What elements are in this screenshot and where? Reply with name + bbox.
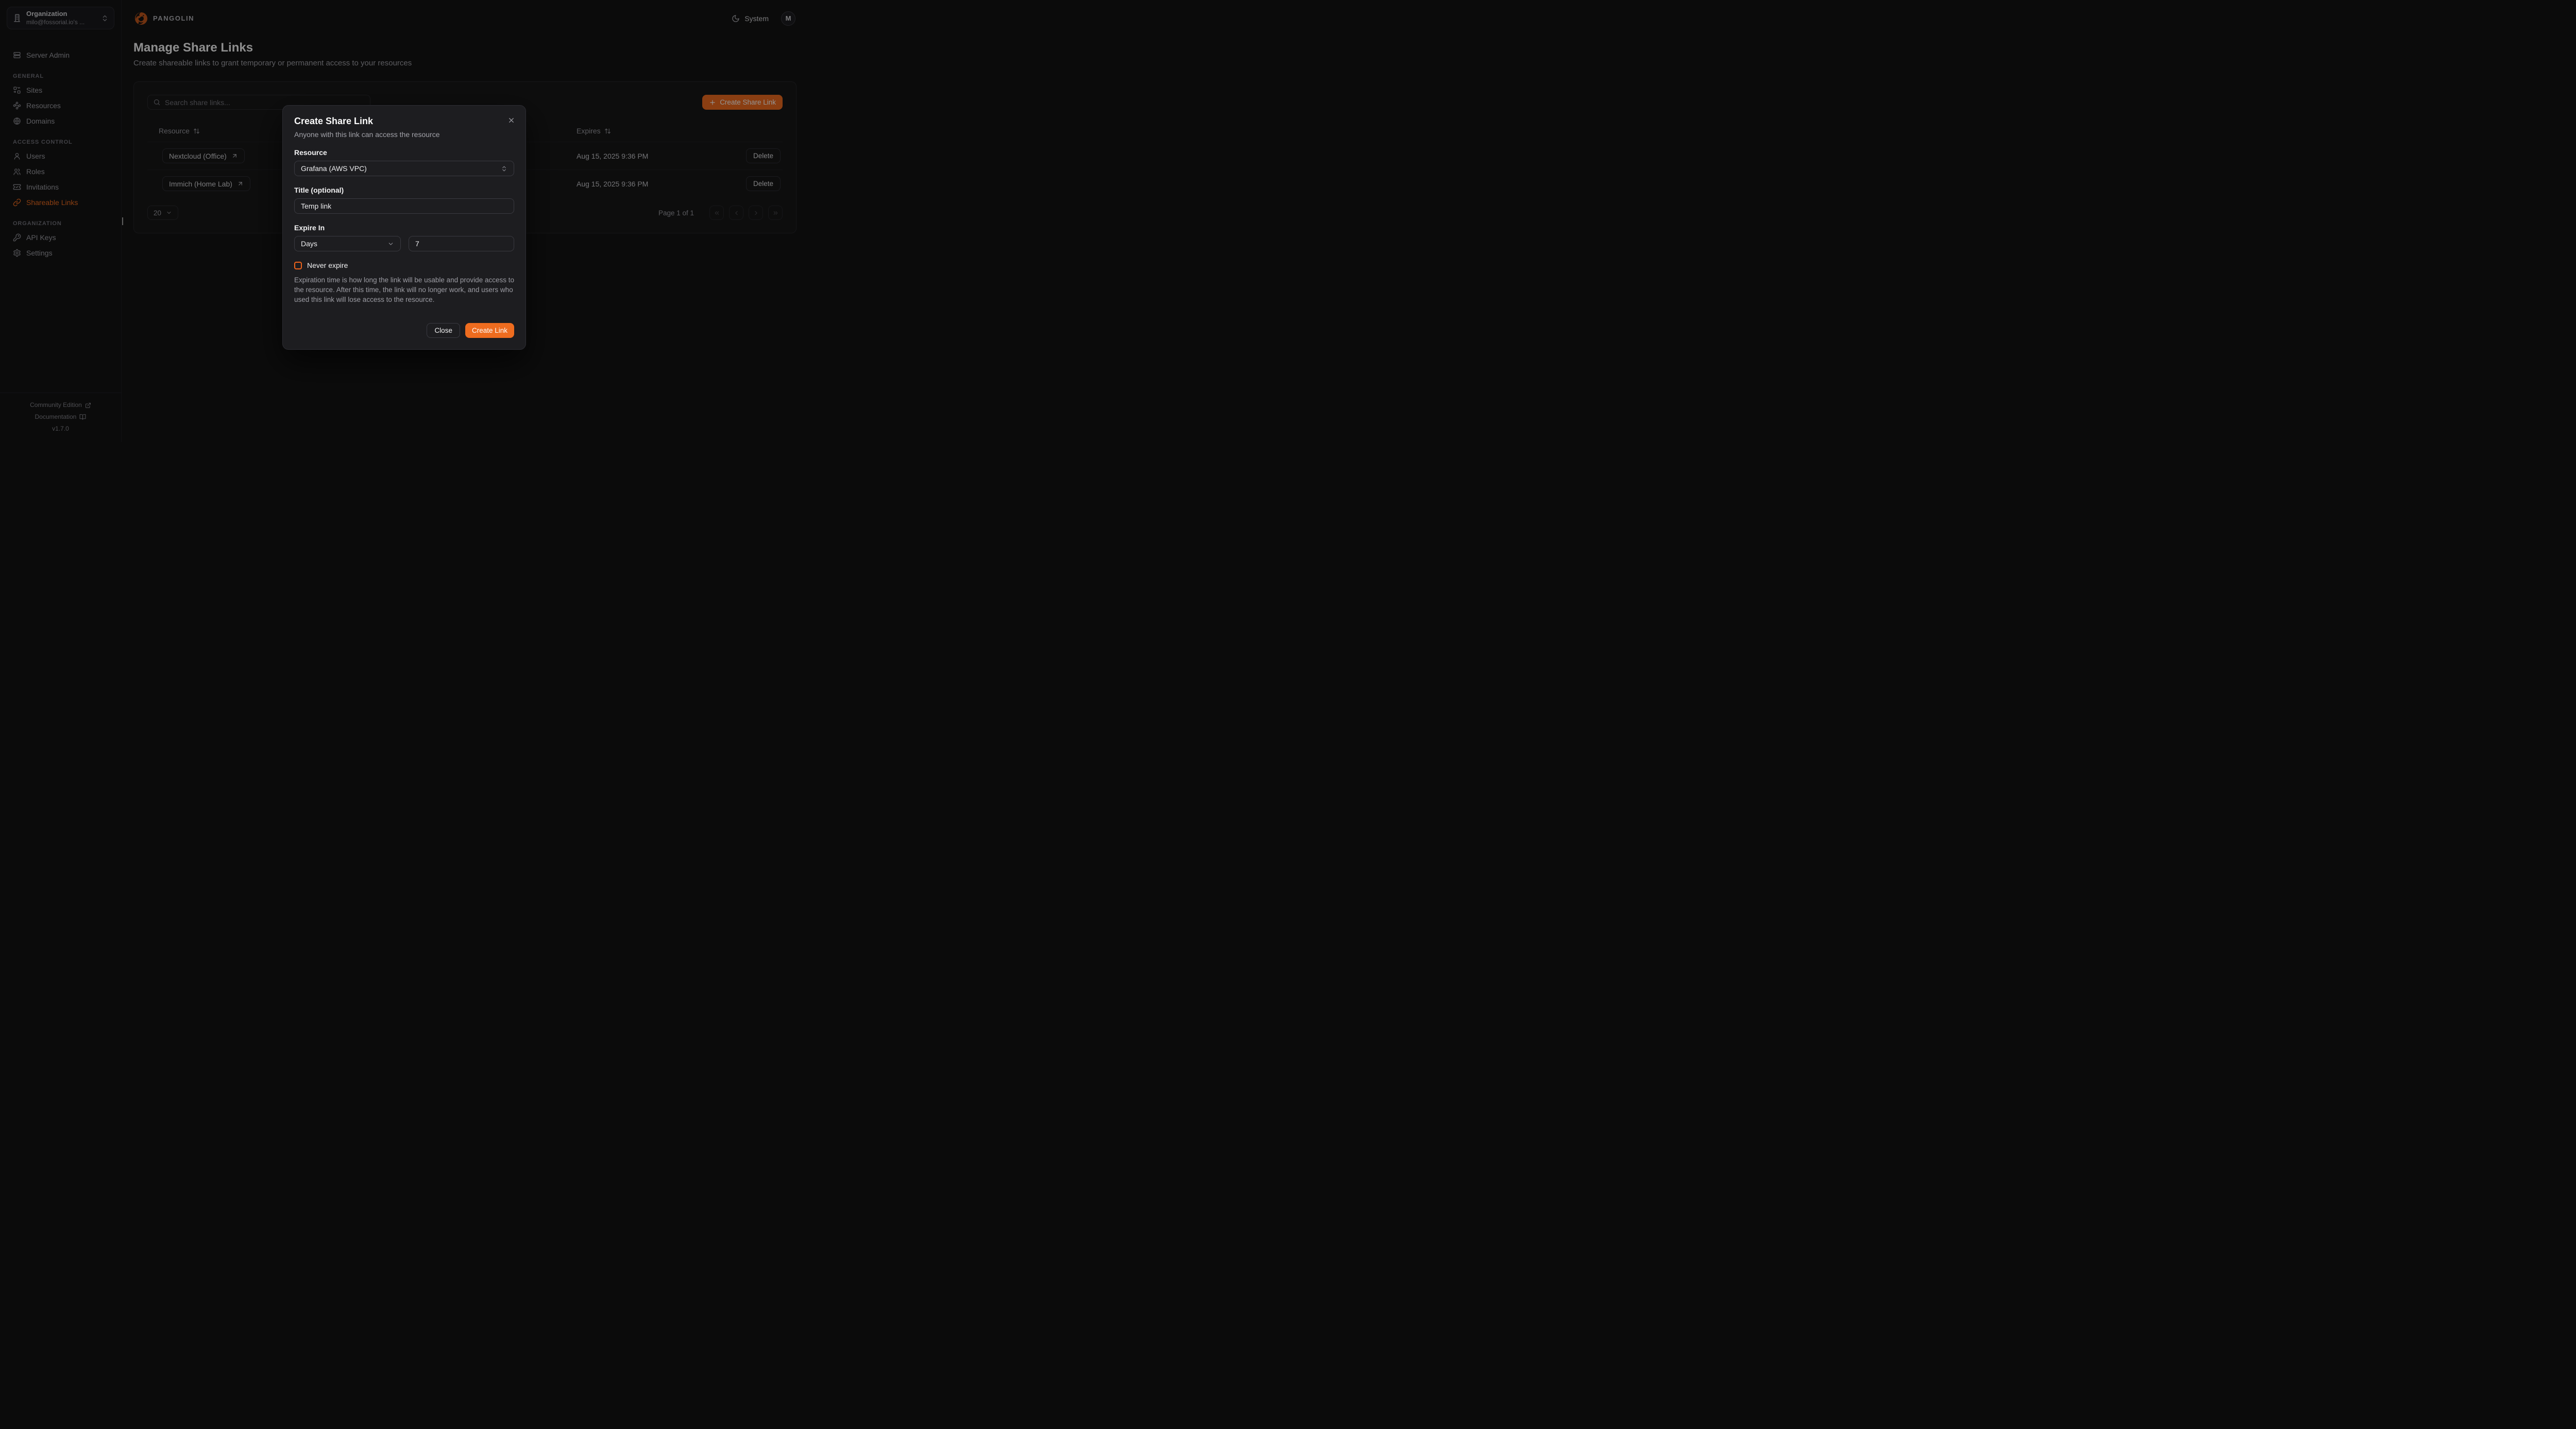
create-link-button[interactable]: Create Link <box>465 323 514 338</box>
expire-value-input[interactable] <box>415 240 507 248</box>
never-expire-row[interactable]: Never expire <box>294 261 514 269</box>
close-button[interactable]: Close <box>427 323 460 338</box>
chevrons-up-down-icon <box>501 165 507 172</box>
never-expire-label: Never expire <box>307 261 348 269</box>
chevron-down-icon <box>387 241 394 247</box>
resource-select-value: Grafana (AWS VPC) <box>301 164 501 173</box>
title-input[interactable] <box>301 202 507 210</box>
never-expire-checkbox[interactable] <box>294 262 302 269</box>
expire-unit-value: Days <box>301 240 387 248</box>
create-share-link-modal: Create Share Link Anyone with this link … <box>282 105 526 350</box>
resource-field-label: Resource <box>294 148 514 157</box>
close-icon[interactable] <box>505 114 517 126</box>
expire-unit-select[interactable]: Days <box>294 236 401 251</box>
expiration-description: Expiration time is how long the link wil… <box>294 276 514 305</box>
resource-select[interactable]: Grafana (AWS VPC) <box>294 161 514 176</box>
title-field-label: Title (optional) <box>294 186 514 194</box>
modal-subtitle: Anyone with this link can access the res… <box>294 130 514 139</box>
modal-title: Create Share Link <box>294 116 514 127</box>
expire-field-label: Expire In <box>294 224 514 232</box>
